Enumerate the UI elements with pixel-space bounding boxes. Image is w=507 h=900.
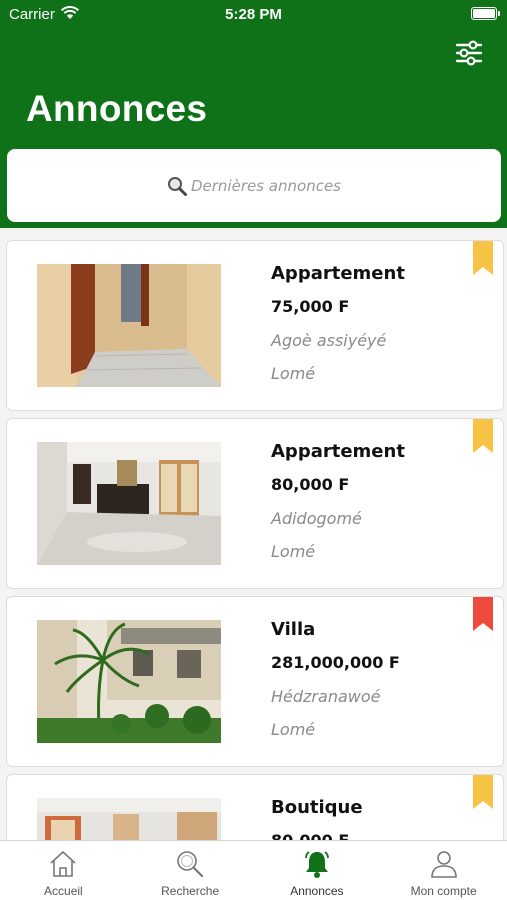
- listings-list[interactable]: Appartement 75,000 F Agoè assiyéyé Lomé: [0, 228, 507, 840]
- listing-price: 80,000 F: [271, 831, 349, 840]
- search-icon: [177, 851, 204, 878]
- bookmark-icon[interactable]: [473, 597, 493, 631]
- listing-district: Agoè assiyéyé: [271, 331, 387, 350]
- listing-photo: [37, 442, 221, 565]
- bell-icon: [304, 851, 329, 878]
- listing-city: Lomé: [271, 720, 316, 739]
- tab-label: Mon compte: [410, 884, 477, 898]
- listing-price: 80,000 F: [271, 475, 350, 494]
- bookmark-icon[interactable]: [473, 419, 493, 453]
- listing-card[interactable]: Appartement 75,000 F Agoè assiyéyé Lomé: [6, 240, 504, 411]
- tab-annonces[interactable]: Annonces: [254, 841, 381, 900]
- status-time: 5:28 PM: [225, 6, 282, 23]
- tab-bar: Accueil Recherche Annonces Mon compte: [0, 840, 507, 900]
- listing-card[interactable]: Boutique 80,000 F: [6, 774, 504, 840]
- bookmark-icon[interactable]: [473, 241, 493, 275]
- tab-recherche[interactable]: Recherche: [127, 841, 254, 900]
- listing-type: Appartement: [271, 263, 405, 284]
- listing-type: Villa: [271, 619, 316, 640]
- listing-type: Boutique: [271, 797, 363, 818]
- listing-card[interactable]: Appartement 80,000 F Adidogomé Lomé: [6, 418, 504, 589]
- listing-photo: [37, 798, 221, 840]
- user-icon: [430, 851, 457, 878]
- listing-photo: [37, 620, 221, 743]
- bookmark-icon[interactable]: [473, 775, 493, 809]
- tab-accueil[interactable]: Accueil: [0, 841, 127, 900]
- listing-city: Lomé: [271, 364, 316, 383]
- listing-price: 75,000 F: [271, 297, 350, 316]
- listing-district: Hédzranawoé: [271, 687, 381, 706]
- tab-label: Accueil: [44, 884, 83, 898]
- page-title: Annonces: [26, 88, 208, 129]
- listing-city: Lomé: [271, 542, 316, 561]
- status-bar: Carrier 5:28 PM: [0, 0, 507, 28]
- tab-label: Annonces: [290, 884, 344, 898]
- sliders-icon[interactable]: [455, 40, 483, 66]
- listing-card[interactable]: Villa 281,000,000 F Hédzranawoé Lomé: [6, 596, 504, 767]
- listing-photo: [37, 264, 221, 387]
- search-placeholder: Dernières annonces: [190, 176, 341, 195]
- battery-icon: [471, 7, 500, 20]
- tab-mon-compte[interactable]: Mon compte: [380, 841, 507, 900]
- app-header: Carrier 5:28 PM Annonces Dernières annon…: [0, 0, 507, 228]
- search-bar[interactable]: Dernières annonces: [7, 149, 501, 222]
- home-icon: [50, 851, 76, 877]
- search-icon: [167, 176, 187, 196]
- listing-district: Adidogomé: [271, 509, 362, 528]
- listing-price: 281,000,000 F: [271, 653, 400, 672]
- listing-type: Appartement: [271, 441, 405, 462]
- tab-label: Recherche: [161, 884, 220, 898]
